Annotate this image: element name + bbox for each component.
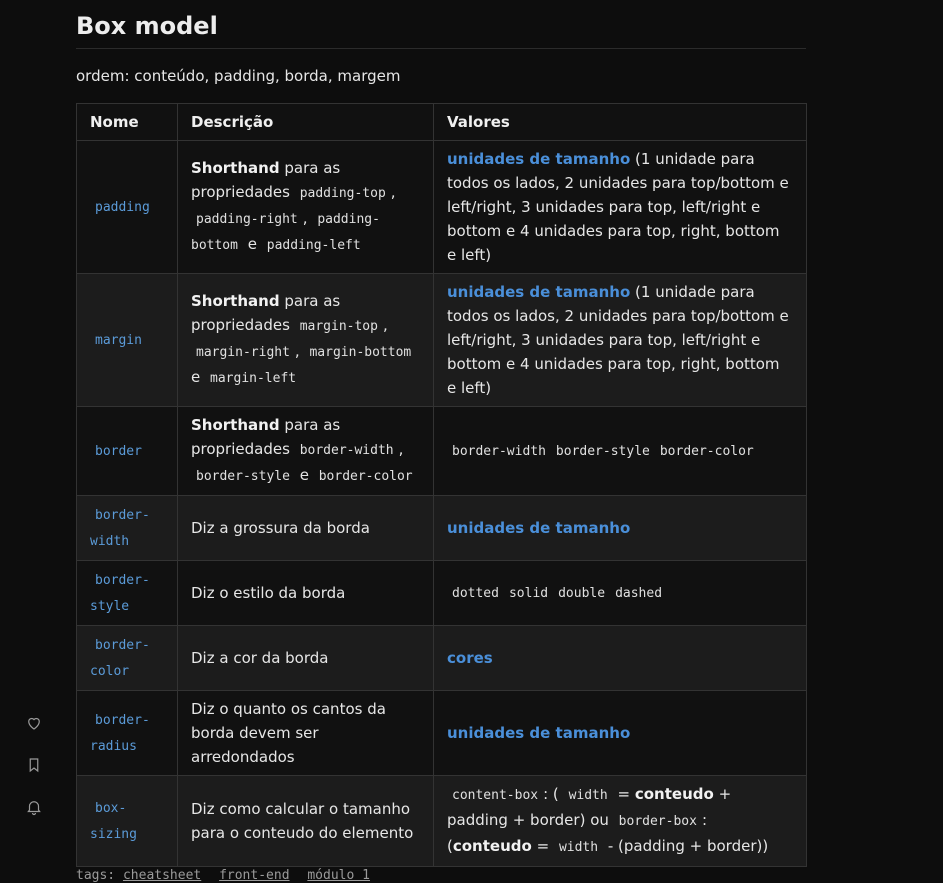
page-title: Box model — [76, 10, 806, 49]
tags-line: tags: cheatsheet front-end módulo 1 — [76, 868, 380, 883]
tags-label: tags: — [76, 868, 116, 883]
table-row: padding Shorthand para as propriedades p… — [76, 140, 807, 274]
table-row: border-radius Diz o quanto os cantos da … — [76, 690, 807, 776]
link-unidades-de-tamanho[interactable]: unidades de tamanho — [447, 150, 630, 168]
cell-values: unidades de tamanho (1 unidade para todo… — [433, 140, 807, 274]
tag-link[interactable]: cheatsheet — [123, 868, 201, 883]
cell-values: unidades de tamanho — [433, 495, 807, 561]
cell-values: cores — [433, 625, 807, 691]
cell-values: unidades de tamanho (1 unidade para todo… — [433, 273, 807, 407]
bell-icon[interactable] — [23, 796, 45, 818]
header-descricao: Descrição — [177, 103, 434, 141]
side-actions — [22, 712, 46, 818]
link-unidades-de-tamanho[interactable]: unidades de tamanho — [447, 283, 630, 301]
table-row: border Shorthand para as propriedades bo… — [76, 406, 807, 496]
table-row: border-color Diz a cor da borda cores — [76, 625, 807, 691]
tag-link[interactable]: front-end — [219, 868, 289, 883]
cell-values: border-width border-style border-color — [433, 406, 807, 496]
table-row: box-sizing Diz como calcular o tamanho p… — [76, 775, 807, 867]
cell-description: Diz a cor da borda — [177, 625, 434, 691]
cell-description: Diz a grossura da borda — [177, 495, 434, 561]
cell-description: Diz o estilo da borda — [177, 560, 434, 626]
link-unidades-de-tamanho[interactable]: unidades de tamanho — [447, 724, 630, 742]
table-row: border-style Diz o estilo da borda dotte… — [76, 560, 807, 626]
cell-description: Diz como calcular o tamanho para o conte… — [177, 775, 434, 867]
cell-description: Shorthand para as propriedades margin-to… — [177, 273, 434, 407]
table-row: margin Shorthand para as propriedades ma… — [76, 273, 807, 407]
tag-link[interactable]: módulo 1 — [307, 868, 370, 883]
header-valores: Valores — [433, 103, 807, 141]
cell-description: Shorthand para as propriedades padding-t… — [177, 140, 434, 274]
header-nome: Nome — [76, 103, 178, 141]
cell-name: border-color — [76, 625, 178, 691]
table-header-row: Nome Descrição Valores — [76, 103, 807, 141]
heart-icon[interactable] — [23, 712, 45, 734]
cell-values: unidades de tamanho — [433, 690, 807, 776]
cell-name: border-style — [76, 560, 178, 626]
cell-values: content-box: ( width = conteudo + paddin… — [433, 775, 807, 867]
cell-name: padding — [76, 140, 178, 274]
cell-description: Shorthand para as propriedades border-wi… — [177, 406, 434, 496]
cell-name: border-radius — [76, 690, 178, 776]
cell-name: border-width — [76, 495, 178, 561]
cell-values: dotted solid double dashed — [433, 560, 807, 626]
bookmark-icon[interactable] — [23, 754, 45, 776]
cell-name: box-sizing — [76, 775, 178, 867]
cell-name: margin — [76, 273, 178, 407]
cell-description: Diz o quanto os cantos da borda devem se… — [177, 690, 434, 776]
table-row: border-width Diz a grossura da borda uni… — [76, 495, 807, 561]
intro-text: ordem: conteúdo, padding, borda, margem — [76, 67, 401, 85]
box-model-table: Nome Descrição Valores padding Shorthand… — [76, 103, 807, 867]
cell-name: border — [76, 406, 178, 496]
link-cores[interactable]: cores — [447, 649, 493, 667]
link-unidades-de-tamanho[interactable]: unidades de tamanho — [447, 519, 630, 537]
article-content: Box model ordem: conteúdo, padding, bord… — [76, 10, 807, 867]
